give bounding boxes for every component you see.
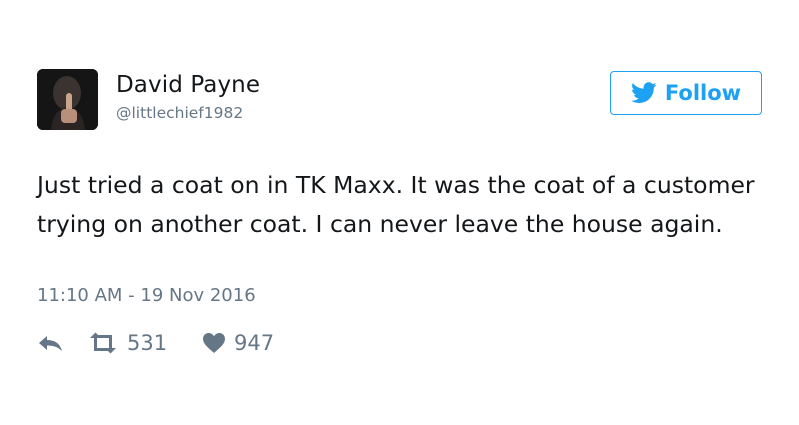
user-display-name[interactable]: David Payne	[116, 72, 260, 98]
like-count: 947	[234, 331, 275, 355]
tweet-text: Just tried a coat on in TK Maxx. It was …	[37, 171, 755, 238]
reply-button[interactable]	[37, 328, 65, 358]
follow-button-label: Follow	[664, 81, 742, 105]
like-button[interactable]: 947	[202, 328, 274, 358]
user-handle[interactable]: @littlechief1982	[116, 104, 243, 122]
retweet-button[interactable]: 531	[87, 328, 167, 358]
avatar[interactable]	[37, 69, 98, 130]
reply-icon	[39, 336, 62, 351]
heart-icon	[203, 333, 225, 353]
twitter-bird-icon	[630, 82, 657, 103]
tweet-timestamp[interactable]: 11:10 AM - 19 Nov 2016	[37, 285, 256, 306]
retweet-count: 531	[127, 331, 168, 355]
follow-button[interactable]: Follow	[610, 71, 762, 115]
retweet-icon	[90, 332, 116, 354]
tweet-card: David Payne @littlechief1982 Follow Just…	[0, 0, 799, 425]
